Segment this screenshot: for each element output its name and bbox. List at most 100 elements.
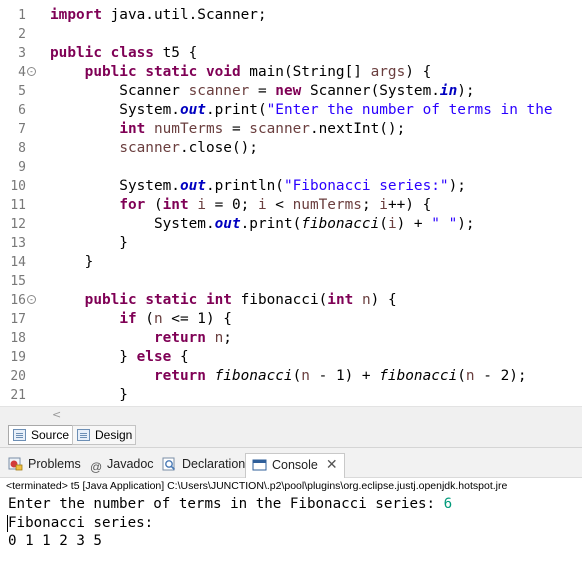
code-line[interactable]: 4- public static void main(String[] args…	[0, 63, 582, 82]
scroll-left-arrow-icon[interactable]: <	[52, 408, 61, 421]
code-token: ;	[361, 197, 380, 213]
line-number: 18	[10, 331, 26, 346]
console-output[interactable]: Enter the number of terms in the Fibonac…	[0, 494, 582, 580]
code-token: static	[145, 292, 198, 308]
code-text: }	[50, 386, 128, 405]
line-number: 21	[10, 388, 26, 403]
code-line[interactable]: 8 scanner.close();	[0, 139, 582, 158]
tab-javadoc-label: Javadoc	[107, 457, 154, 471]
code-token: public	[84, 292, 137, 308]
line-number: 19	[10, 350, 26, 365]
tab-console[interactable]: Console ✕	[245, 453, 345, 479]
code-line[interactable]: 16- public static int fibonacci(int n) {	[0, 291, 582, 310]
code-token: n	[153, 311, 163, 327]
code-line[interactable]: 7 int numTerms = scanner.nextInt();	[0, 120, 582, 139]
code-token: n	[465, 368, 475, 384]
code-token: .print(	[240, 216, 302, 232]
code-line[interactable]: 20 return fibonacci(n - 1) + fibonacci(n…	[0, 367, 582, 386]
code-text: int numTerms = scanner.nextInt();	[50, 120, 405, 139]
code-token: i	[197, 197, 206, 213]
code-text: }	[50, 253, 94, 272]
close-icon[interactable]: ✕	[326, 454, 338, 474]
code-line[interactable]: 2	[0, 25, 582, 44]
line-number: 10	[10, 179, 26, 194]
code-token: .print(	[205, 102, 267, 118]
code-token: );	[457, 83, 475, 99]
line-number: 6	[18, 103, 26, 118]
code-line[interactable]: 1 import java.util.Scanner;	[0, 6, 582, 25]
code-token: (	[379, 216, 388, 232]
code-line[interactable]: 6 System.out.print("Enter the number of …	[0, 101, 582, 120]
editor-mode-tabs: Source Design	[0, 422, 582, 448]
code-token: <= 1) {	[162, 311, 232, 327]
code-token: );	[448, 178, 466, 194]
code-line[interactable]: 21 }	[0, 386, 582, 405]
horizontal-scrollbar[interactable]: <	[0, 406, 582, 422]
code-line[interactable]: 15	[0, 272, 582, 291]
code-token: public	[84, 64, 137, 80]
code-text: return n;	[50, 329, 232, 348]
code-line[interactable]: 12 System.out.print(fibonacci(i) + " ");	[0, 215, 582, 234]
code-line[interactable]: 14 }	[0, 253, 582, 272]
code-token: i	[379, 197, 388, 213]
code-token: Scanner	[50, 83, 189, 99]
tab-design[interactable]: Design	[72, 425, 137, 445]
line-number: 5	[18, 84, 26, 99]
code-token: out	[179, 102, 206, 118]
code-token: (	[292, 368, 302, 384]
console-line-series-values: 0 1 1 2 3 5	[8, 533, 102, 549]
code-token: ) +	[396, 216, 432, 232]
line-number: 7	[18, 122, 26, 137]
tab-console-label: Console	[272, 458, 318, 472]
code-token: System.	[50, 216, 215, 232]
code-line[interactable]: 18 return n;	[0, 329, 582, 348]
source-icon	[13, 429, 26, 441]
line-number: 2	[18, 27, 26, 42]
declaration-icon	[162, 457, 177, 471]
line-number: 3	[18, 46, 26, 61]
code-token: n	[301, 368, 310, 384]
tab-source[interactable]: Source	[8, 425, 74, 445]
code-token: scanner	[249, 121, 310, 137]
code-line[interactable]: 17 if (n <= 1) {	[0, 310, 582, 329]
code-line[interactable]: 9	[0, 158, 582, 177]
code-token: Scanner(System.	[301, 83, 440, 99]
tab-declaration[interactable]: Declaration	[162, 454, 245, 474]
fold-toggle-icon[interactable]: -	[27, 295, 36, 304]
code-text: public class t5 {	[50, 44, 197, 63]
code-token: class	[110, 45, 154, 61]
code-token: new	[275, 83, 302, 99]
code-token: );	[457, 216, 475, 232]
code-token: n	[361, 292, 371, 308]
code-line[interactable]: 10 System.out.println("Fibonacci series:…	[0, 177, 582, 196]
code-line[interactable]: 11 for (int i = 0; i < numTerms; i++) {	[0, 196, 582, 215]
code-token: scanner	[119, 140, 180, 156]
code-line[interactable]: 13 }	[0, 234, 582, 253]
fold-toggle-icon[interactable]: -	[27, 67, 36, 76]
code-token: in	[439, 83, 458, 99]
code-editor[interactable]: 1 import java.util.Scanner; 2 3 public class…	[0, 0, 582, 406]
code-line[interactable]: 3 public class t5 {	[0, 44, 582, 63]
code-text: }	[50, 234, 128, 253]
code-text: import java.util.Scanner;	[50, 6, 267, 25]
at-sign-icon: @	[90, 459, 103, 474]
line-number: 20	[10, 369, 26, 384]
tab-javadoc[interactable]: @ Javadoc	[90, 454, 154, 474]
code-token: ) {	[370, 292, 397, 308]
code-line[interactable]: 19 } else {	[0, 348, 582, 367]
code-line[interactable]: 5 Scanner scanner = new Scanner(System.i…	[0, 82, 582, 101]
line-number: 1	[18, 8, 26, 23]
code-token: }	[50, 349, 137, 365]
code-token: fibonacci(	[231, 292, 328, 308]
code-token: System.	[50, 102, 180, 118]
code-token: n	[214, 330, 224, 346]
tab-problems[interactable]: Problems	[8, 454, 81, 474]
